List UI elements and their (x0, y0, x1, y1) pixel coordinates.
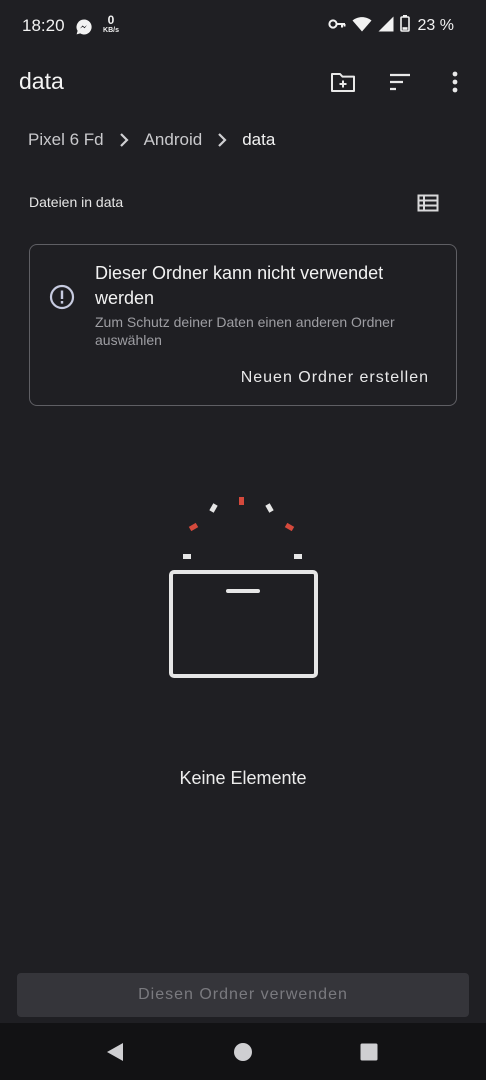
new-folder-icon (331, 73, 355, 92)
home-icon (234, 1043, 252, 1061)
files-section-label: Dateien in data (29, 194, 124, 210)
system-nav-bar (0, 1023, 486, 1080)
breadcrumb-item-current[interactable]: data (242, 130, 275, 150)
back-button[interactable] (104, 1041, 126, 1063)
empty-state-text: Keine Elemente (179, 768, 307, 788)
wifi-icon (352, 16, 372, 37)
more-vert-icon (452, 71, 458, 93)
vpn-key-icon (327, 17, 346, 35)
chevron-right-icon (202, 130, 242, 150)
warning-title: Dieser Ordner kann nicht verwendet werde… (95, 263, 384, 308)
sort-icon (390, 73, 410, 91)
home-button[interactable] (232, 1041, 254, 1063)
spark-mark (209, 503, 218, 513)
breadcrumb-item-android[interactable]: Android (144, 130, 203, 150)
spark-mark (239, 497, 244, 505)
toggle-view-button[interactable] (414, 190, 442, 216)
battery-icon (399, 15, 410, 37)
folder-warning-card: Dieser Ordner kann nicht verwendet werde… (29, 244, 457, 406)
empty-box-illustration (169, 497, 318, 678)
recents-button[interactable] (358, 1041, 380, 1063)
error-outline-icon (49, 284, 75, 310)
more-options-button[interactable] (439, 66, 471, 98)
create-new-folder-button[interactable]: Neuen Ordner erstellen (241, 369, 429, 387)
page-title: data (19, 68, 64, 94)
app-toolbar: data (0, 52, 486, 112)
signal-icon (378, 16, 394, 37)
battery-percent: 23 % (417, 17, 454, 34)
recents-icon (360, 1043, 378, 1061)
new-folder-button[interactable] (327, 66, 359, 98)
list-view-icon (417, 194, 439, 212)
net-speed-value: 0 (107, 13, 115, 27)
status-bar: 18:20 0 KB/s 23 % (0, 0, 486, 52)
status-time: 18:20 (22, 16, 65, 35)
messenger-icon (75, 18, 93, 41)
warning-subtitle: Zum Schutz deiner Daten einen anderen Or… (95, 314, 395, 348)
spark-mark (265, 503, 274, 513)
spark-mark (183, 554, 191, 559)
net-speed: 0 KB/s (100, 13, 122, 35)
spark-mark (284, 522, 295, 532)
chevron-right-icon (104, 130, 144, 150)
spark-mark (294, 554, 302, 559)
box-handle (226, 589, 260, 593)
box-outline (169, 570, 318, 678)
spark-mark (188, 522, 199, 532)
back-icon (107, 1043, 123, 1061)
breadcrumb-item-root[interactable]: Pixel 6 Fd (28, 130, 104, 150)
net-speed-unit: KB/s (103, 27, 119, 34)
file-picker-screen: 18:20 0 KB/s 23 % data Pixel 6 Fd Androi… (0, 0, 486, 1080)
sort-button[interactable] (384, 66, 416, 98)
use-this-folder-button[interactable]: Diesen Ordner verwenden (17, 973, 469, 1017)
status-icons: 23 % (327, 15, 454, 37)
breadcrumb: Pixel 6 Fd Android data (28, 128, 275, 152)
